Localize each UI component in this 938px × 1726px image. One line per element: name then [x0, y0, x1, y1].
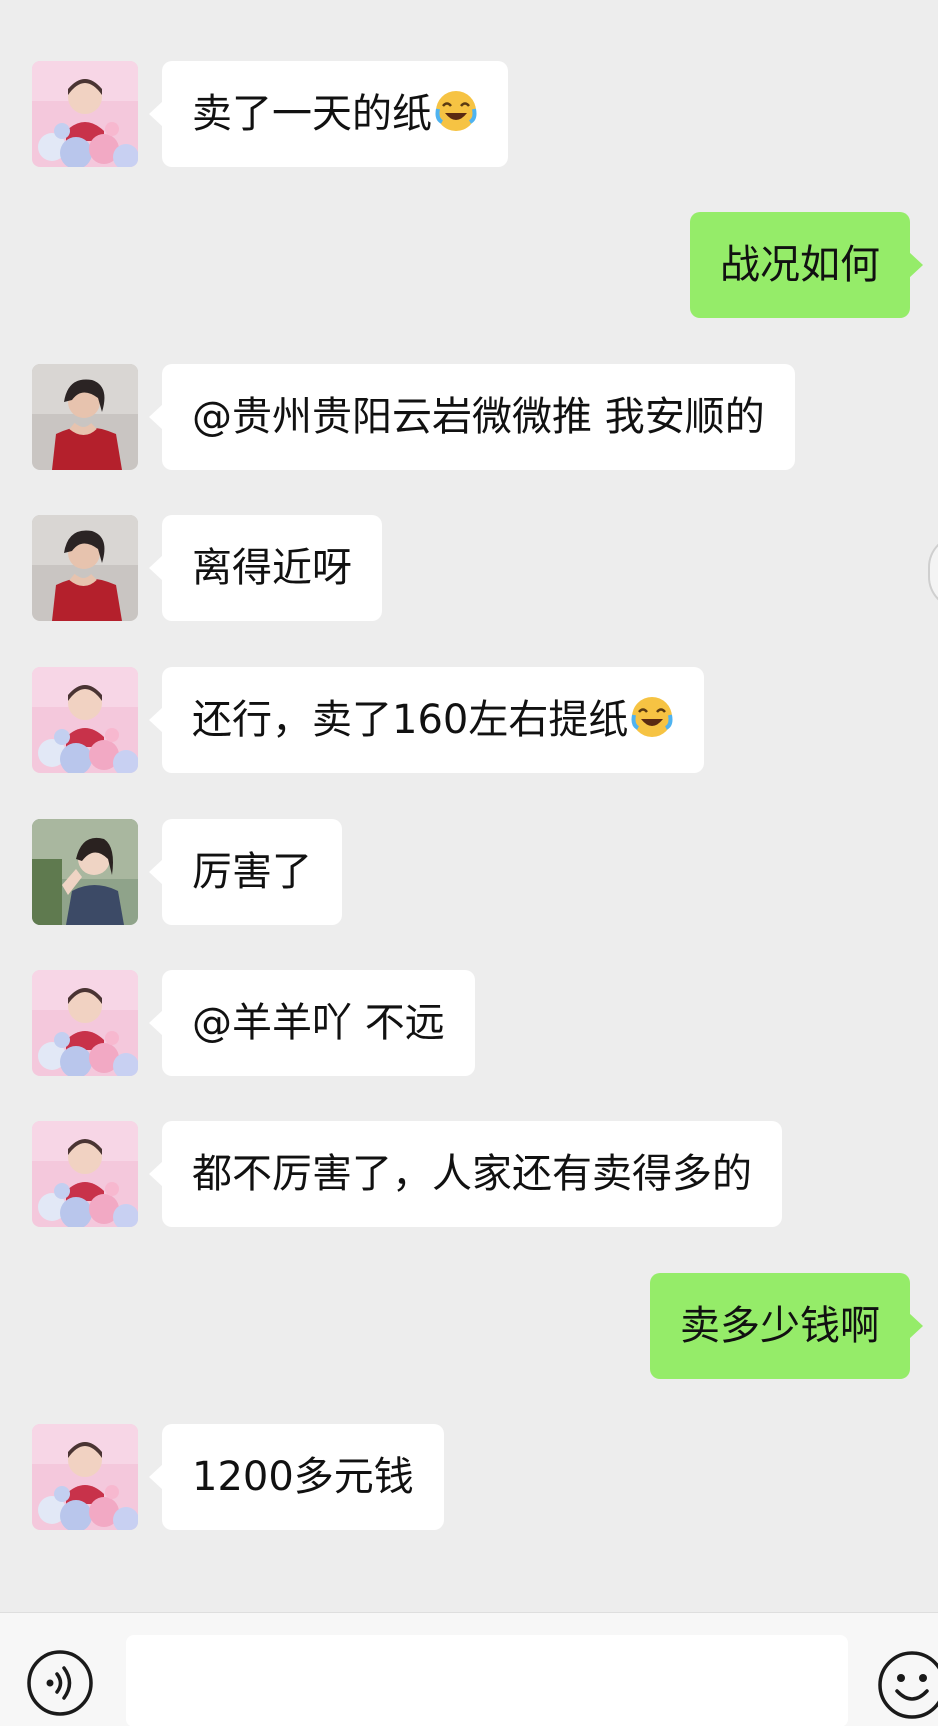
voice-input-icon[interactable]	[26, 1649, 94, 1717]
chat-screen: 卖了一天的纸 战况如何 @贵州贵阳云岩微微推 我安顺的 离得近呀 还行，卖了16…	[0, 0, 938, 1726]
avatar-pink-balloons-image	[32, 1424, 138, 1530]
message-bubble-incoming[interactable]: 厉害了	[149, 819, 342, 925]
avatar-pink-balloons-image	[32, 1121, 138, 1227]
avatar-pink-balloons[interactable]	[32, 1424, 138, 1530]
message-bubble-outgoing[interactable]: 战况如何	[690, 212, 923, 318]
message-bubble-incoming[interactable]: 还行，卖了160左右提纸	[148, 667, 705, 773]
message-bubble-incoming[interactable]: @贵州贵阳云岩微微推 我安顺的	[149, 364, 795, 470]
message-text: 卖了一天的纸	[192, 91, 432, 137]
avatar-dark-hair-red-image	[32, 364, 138, 470]
message-input[interactable]	[126, 1635, 848, 1726]
message-bubble-incoming[interactable]: 都不厉害了，人家还有卖得多的	[149, 1121, 782, 1227]
smiley-face-icon[interactable]	[876, 1649, 938, 1721]
message-text: 1200多元钱	[192, 1454, 414, 1500]
chat-input-bar	[0, 1612, 938, 1726]
avatar-outdoor-girl[interactable]	[32, 819, 138, 925]
avatar-pink-balloons-image	[32, 970, 138, 1076]
message-bubble-incoming[interactable]: @羊羊吖 不远	[149, 970, 475, 1076]
avatar-pink-balloons[interactable]	[32, 970, 138, 1076]
laughing-crying-emoji-icon	[434, 89, 478, 133]
avatar-pink-balloons[interactable]	[32, 667, 138, 773]
laughing-crying-emoji-icon	[630, 695, 674, 739]
timestamp-top	[0, 0, 938, 2]
message-bubble-outgoing[interactable]: 卖多少钱啊	[650, 1273, 923, 1379]
message-bubble-incoming[interactable]: 卖了一天的纸	[149, 61, 508, 167]
avatar-dark-hair-red[interactable]	[32, 364, 138, 470]
avatar-pink-balloons[interactable]	[32, 1121, 138, 1227]
floating-edge-handle[interactable]	[928, 535, 938, 609]
message-text: 卖多少钱啊	[680, 1303, 880, 1349]
message-text: 都不厉害了，人家还有卖得多的	[192, 1151, 752, 1197]
avatar-pink-balloons-image	[32, 667, 138, 773]
avatar-pink-balloons-image	[32, 61, 138, 167]
avatar-dark-hair-red-image	[32, 515, 138, 621]
message-text: 还行，卖了160左右提纸	[192, 697, 629, 743]
message-text: 战况如何	[720, 242, 880, 288]
message-text: 离得近呀	[192, 545, 352, 591]
message-text: 厉害了	[192, 849, 312, 895]
message-text: @羊羊吖 不远	[192, 1000, 445, 1046]
avatar-pink-balloons[interactable]	[32, 61, 138, 167]
avatar-outdoor-girl-image	[32, 819, 138, 925]
avatar-dark-hair-red[interactable]	[32, 515, 138, 621]
message-bubble-incoming[interactable]: 离得近呀	[149, 515, 382, 621]
message-text: @贵州贵阳云岩微微推 我安顺的	[192, 394, 765, 440]
message-bubble-incoming[interactable]: 1200多元钱	[149, 1424, 444, 1530]
